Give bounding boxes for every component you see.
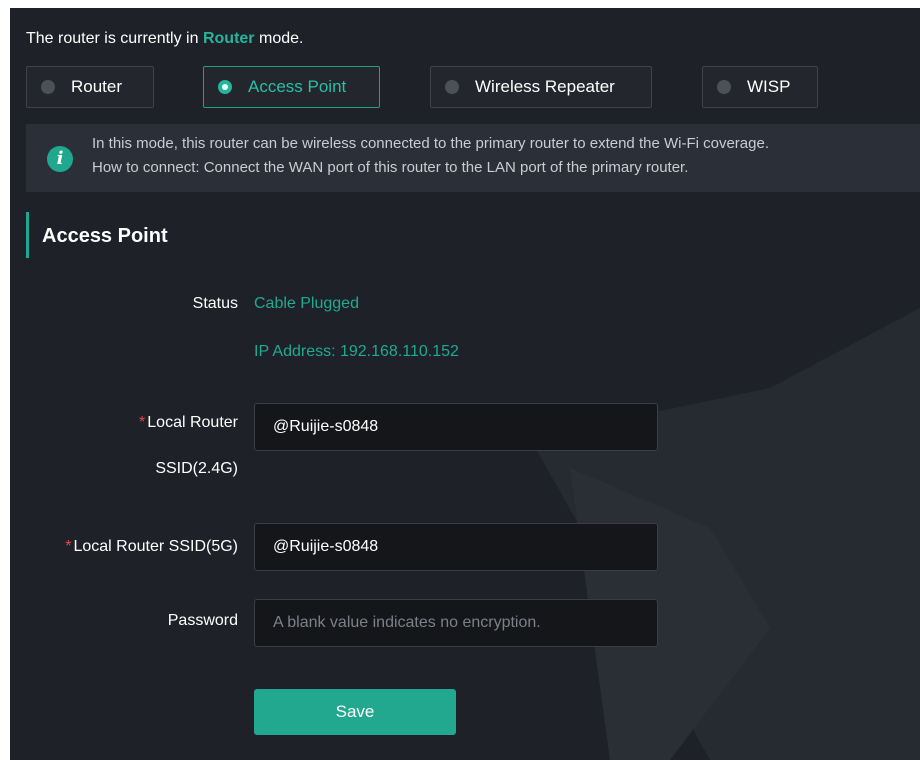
ssid-5g-input[interactable] <box>254 523 658 571</box>
required-mark: * <box>65 538 72 555</box>
ssid24-label-text: Local Router <box>147 414 238 431</box>
mode-option-wisp[interactable]: WISP <box>702 66 818 108</box>
network-mode-panel: The router is currently in Router mode. … <box>10 8 920 760</box>
required-mark: * <box>139 414 146 431</box>
mode-prefix: The router is currently in <box>26 30 199 47</box>
mode-suffix: mode. <box>258 30 304 47</box>
section-title: Access Point <box>42 225 168 247</box>
ssid5-label-text: Local Router SSID(5G) <box>73 538 238 555</box>
mode-option-label: Access Point <box>248 77 347 96</box>
mode-option-access-point[interactable]: Access Point <box>203 66 380 108</box>
status-value: Cable Plugged <box>254 295 359 312</box>
status-label: Status <box>192 295 238 312</box>
save-button[interactable]: Save <box>254 689 456 735</box>
current-mode-text: The router is currently in Router mode. <box>26 30 303 48</box>
password-input[interactable] <box>254 599 658 647</box>
radio-icon <box>717 80 731 94</box>
info-how-to-connect: How to connect: Connect the WAN port of … <box>92 159 689 176</box>
radio-selected-icon <box>218 80 232 94</box>
mode-option-router[interactable]: Router <box>26 66 154 108</box>
password-label: Password <box>167 612 238 629</box>
background-decoration <box>530 308 920 760</box>
mode-option-label: Wireless Repeater <box>475 77 615 96</box>
ssid24-label-line1: * Local Router <box>139 414 238 432</box>
ip-address-text: IP Address: 192.168.110.152 <box>254 343 459 360</box>
radio-icon <box>41 80 55 94</box>
ssid24-label-line2: SSID(2.4G) <box>155 460 238 477</box>
section-accent-bar <box>26 212 29 258</box>
info-description: In this mode, this router can be wireles… <box>92 135 769 152</box>
current-mode-value: Router <box>202 30 255 47</box>
mode-option-wireless-repeater[interactable]: Wireless Repeater <box>430 66 652 108</box>
mode-option-label: Router <box>71 77 123 96</box>
radio-icon <box>445 80 459 94</box>
info-icon: i <box>47 146 73 172</box>
mode-option-label: WISP <box>747 77 791 96</box>
mode-info-box: i In this mode, this router can be wirel… <box>26 124 920 192</box>
ssid5-label: * Local Router SSID(5G) <box>65 538 238 556</box>
ssid-24g-input[interactable] <box>254 403 658 451</box>
